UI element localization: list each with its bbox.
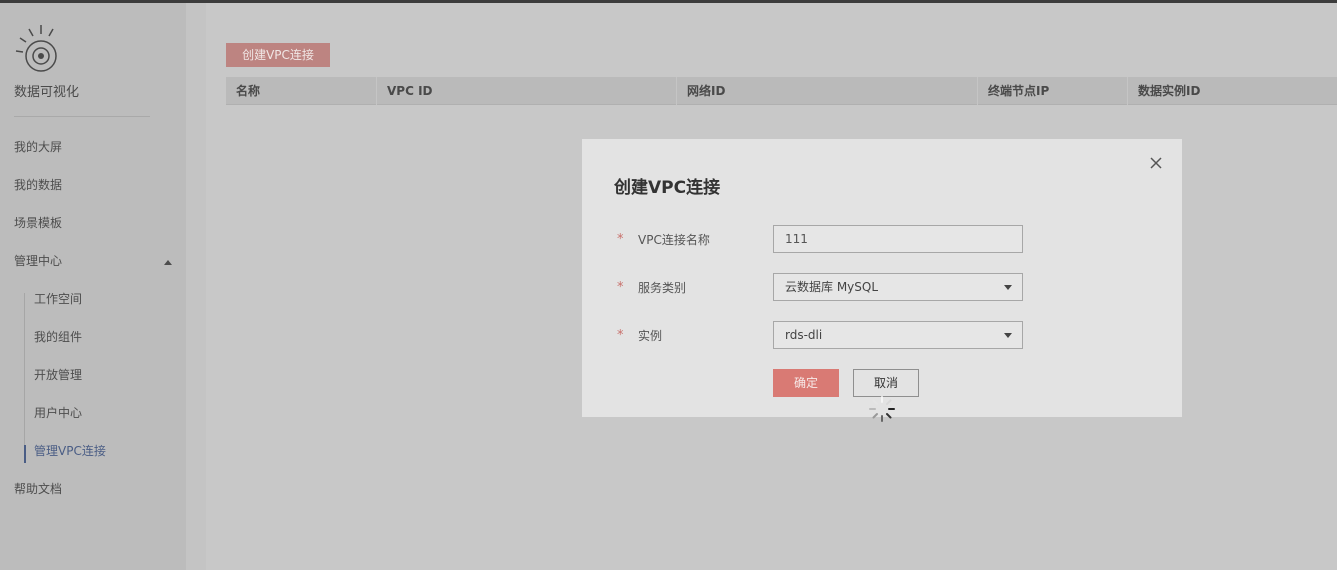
column-header-vpc-id: VPC ID bbox=[376, 77, 676, 105]
required-mark: * bbox=[617, 280, 624, 295]
sidebar: 数据可视化 我的大屏 我的数据 场景模板 管理中心 工作空间 我的组件 开放管理… bbox=[0, 3, 186, 570]
sidebar-item-help-docs[interactable]: 帮助文档 bbox=[14, 481, 62, 497]
sidebar-item-workspace[interactable]: 工作空间 bbox=[34, 291, 82, 307]
instance-select[interactable]: rds-dli bbox=[773, 321, 1023, 349]
sidebar-item-my-components[interactable]: 我的组件 bbox=[34, 329, 82, 345]
field-label-vpc-name: VPC连接名称 bbox=[638, 233, 710, 247]
sidebar-item-management-center[interactable]: 管理中心 bbox=[14, 253, 62, 269]
chevron-down-icon bbox=[1004, 333, 1012, 338]
cancel-button[interactable]: 取消 bbox=[853, 369, 919, 397]
sidebar-gutter bbox=[186, 3, 206, 570]
sidebar-item-my-data[interactable]: 我的数据 bbox=[14, 177, 62, 193]
sidebar-item-manage-vpc[interactable]: 管理VPC连接 bbox=[34, 443, 106, 459]
app-name: 数据可视化 bbox=[14, 85, 80, 100]
field-label-instance: 实例 bbox=[638, 329, 663, 343]
required-mark: * bbox=[617, 328, 624, 343]
form-row-vpc-name: * VPC连接名称 111 bbox=[582, 225, 1182, 253]
submenu-active-indicator bbox=[24, 445, 26, 463]
chevron-up-icon[interactable] bbox=[164, 260, 172, 265]
vpc-name-input[interactable]: 111 bbox=[773, 225, 1023, 253]
close-icon[interactable] bbox=[1148, 155, 1164, 171]
required-mark: * bbox=[617, 232, 624, 247]
form-row-service-type: * 服务类别 云数据库 MySQL bbox=[582, 273, 1182, 301]
column-header-network-id: 网络ID bbox=[676, 77, 977, 105]
column-header-name: 名称 bbox=[236, 84, 261, 98]
create-vpc-button[interactable]: 创建VPC连接 bbox=[226, 43, 330, 67]
chevron-down-icon bbox=[1004, 285, 1012, 290]
service-type-select[interactable]: 云数据库 MySQL bbox=[773, 273, 1023, 301]
column-header-instance-id: 数据实例ID bbox=[1127, 77, 1337, 105]
sidebar-item-open-management[interactable]: 开放管理 bbox=[34, 367, 82, 383]
service-type-value: 云数据库 MySQL bbox=[785, 280, 879, 294]
logo-icon bbox=[15, 25, 57, 72]
create-vpc-dialog: 创建VPC连接 * VPC连接名称 111 * 服务类别 云数据库 MySQL … bbox=[582, 139, 1182, 422]
sidebar-item-user-center[interactable]: 用户中心 bbox=[34, 405, 82, 421]
loading-spinner-icon bbox=[869, 396, 895, 422]
column-header-endpoint-ip: 终端节点IP bbox=[977, 77, 1127, 105]
instance-value: rds-dli bbox=[785, 328, 823, 342]
sidebar-item-my-screens[interactable]: 我的大屏 bbox=[14, 139, 62, 155]
sidebar-item-scene-templates[interactable]: 场景模板 bbox=[14, 215, 62, 231]
dialog-title: 创建VPC连接 bbox=[614, 178, 721, 198]
field-label-service-type: 服务类别 bbox=[638, 281, 687, 295]
sidebar-divider bbox=[14, 116, 150, 117]
confirm-button[interactable]: 确定 bbox=[773, 369, 839, 397]
submenu-line bbox=[24, 293, 25, 463]
form-row-instance: * 实例 rds-dli bbox=[582, 321, 1182, 349]
table-header: 名称 VPC ID 网络ID 终端节点IP 数据实例ID bbox=[226, 77, 1337, 105]
